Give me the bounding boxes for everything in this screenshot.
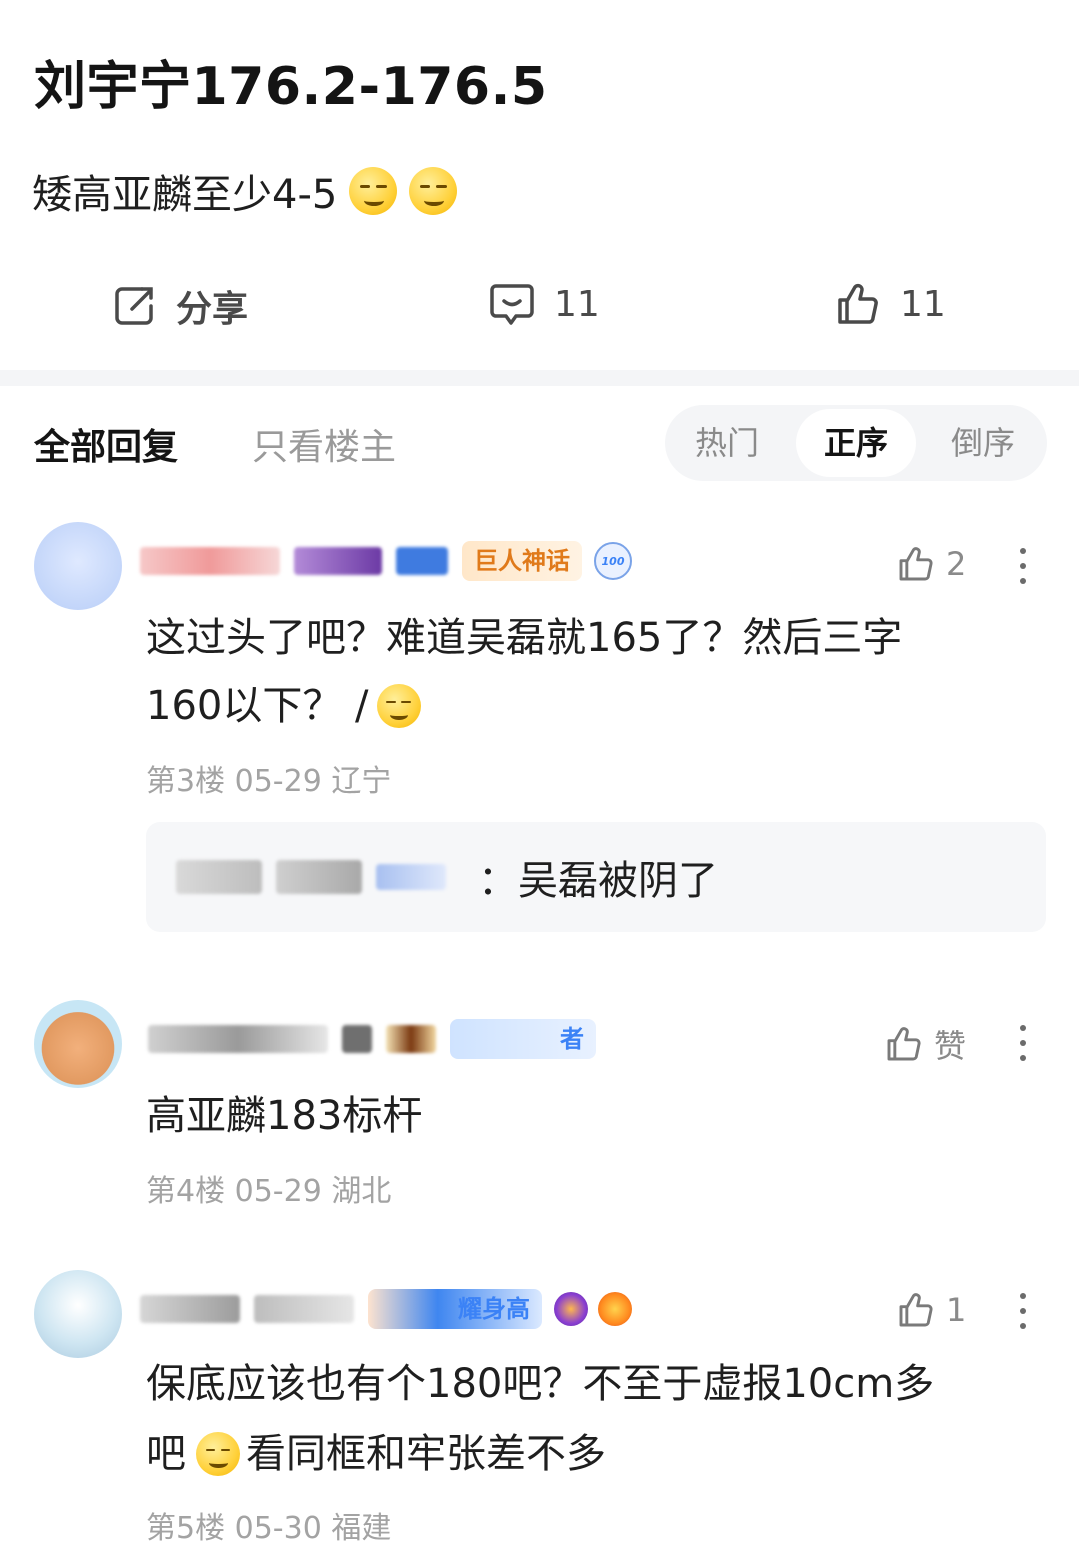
comment-meta: 第5楼 05-30 福建	[146, 1511, 392, 1546]
comment-icon	[490, 284, 534, 325]
comment-text: 高亚麟183标杆	[146, 1093, 423, 1139]
smug-emoji-icon	[349, 167, 398, 215]
more-options-icon[interactable]	[1018, 1025, 1028, 1065]
post-title: 刘宇宁176.2-176.5	[34, 57, 548, 117]
username-redacted[interactable]	[140, 1295, 240, 1323]
tab-op-only[interactable]: 只看楼主	[252, 418, 396, 470]
comment-text-line: 160以下？ /	[146, 683, 369, 729]
section-divider	[0, 370, 1079, 386]
username-redacted[interactable]	[140, 547, 280, 575]
shocked-emoji-icon	[196, 1432, 240, 1476]
shield-badge-icon	[554, 1292, 588, 1326]
username-redacted[interactable]	[148, 1025, 328, 1053]
comment-user-row: 耀身高	[140, 1286, 642, 1332]
reply-text: ：吴磊被阴了	[478, 858, 718, 904]
level-badge	[342, 1025, 372, 1053]
share-label: 分享	[176, 289, 249, 330]
sort-toggle: 热门 正序 倒序	[665, 405, 1047, 481]
comment-user-row: 者	[148, 1016, 608, 1062]
sort-ascending[interactable]: 正序	[796, 409, 916, 477]
avatar[interactable]	[34, 522, 122, 610]
comment-text: 吧 看同框和牢张差不多	[146, 1420, 606, 1488]
thumbs-up-icon	[887, 1027, 921, 1061]
comment-text: 160以下？ /	[146, 672, 421, 740]
username-redacted	[254, 1295, 354, 1323]
more-options-icon[interactable]	[1018, 548, 1028, 588]
comment-text-line: 看同框和牢张差不多	[246, 1431, 606, 1477]
comment-button[interactable]: 11	[488, 280, 600, 328]
comment-user-row: 巨人神话 100	[140, 538, 642, 584]
level-badge	[396, 547, 448, 575]
level-badge	[294, 547, 382, 575]
comment-text: 保底应该也有个180吧？不至于虚报10cm多	[146, 1361, 935, 1407]
like-button[interactable]: 11	[834, 280, 946, 328]
comment-like-count: 1	[946, 1291, 967, 1329]
reply-user	[176, 854, 460, 900]
sort-descending[interactable]: 倒序	[923, 405, 1043, 481]
comment-like-button[interactable]: 2	[896, 544, 966, 584]
user-badge: 耀身高	[368, 1289, 542, 1329]
comment-text: 这过头了吧？难道吴磊就165了？然后三字	[146, 615, 903, 661]
post-body: 矮高亚麟至少4-5	[32, 162, 458, 220]
sweat-emoji-icon	[376, 684, 421, 728]
share-button[interactable]: 分享	[112, 280, 248, 332]
user-badge: 者	[450, 1019, 596, 1059]
comment-meta: 第3楼 05-29 辽宁	[146, 764, 392, 799]
level-badge	[386, 1025, 436, 1053]
level-badge	[376, 864, 446, 890]
user-badge: 巨人神话	[462, 541, 582, 581]
thumbs-up-icon	[899, 547, 933, 581]
comment-like-button[interactable]: 1	[896, 1290, 966, 1330]
game-badge-icon	[598, 1292, 632, 1326]
sort-hot[interactable]: 热门	[667, 405, 787, 481]
username-redacted	[276, 860, 362, 894]
avatar[interactable]	[34, 1270, 122, 1358]
smug-emoji-icon	[409, 167, 458, 215]
avatar[interactable]	[34, 1000, 122, 1088]
comment-count: 11	[554, 283, 600, 325]
comment-meta: 第4楼 05-29 湖北	[146, 1174, 392, 1209]
comment-like-button[interactable]: 赞	[884, 1021, 966, 1067]
share-icon	[115, 287, 153, 325]
comment-text-line: 吧	[146, 1431, 186, 1477]
comment-like-label: 赞	[934, 1027, 967, 1065]
username-redacted[interactable]	[176, 860, 262, 894]
post-body-text: 矮高亚麟至少4-5	[32, 172, 338, 218]
calendar-badge-icon: 100	[594, 542, 632, 580]
thumbs-up-icon	[899, 1293, 933, 1327]
more-options-icon[interactable]	[1018, 1293, 1028, 1333]
thumbs-up-icon	[838, 283, 878, 324]
tab-all-replies[interactable]: 全部回复	[34, 418, 178, 470]
comment-like-count: 2	[946, 545, 967, 583]
like-count: 11	[900, 283, 946, 325]
